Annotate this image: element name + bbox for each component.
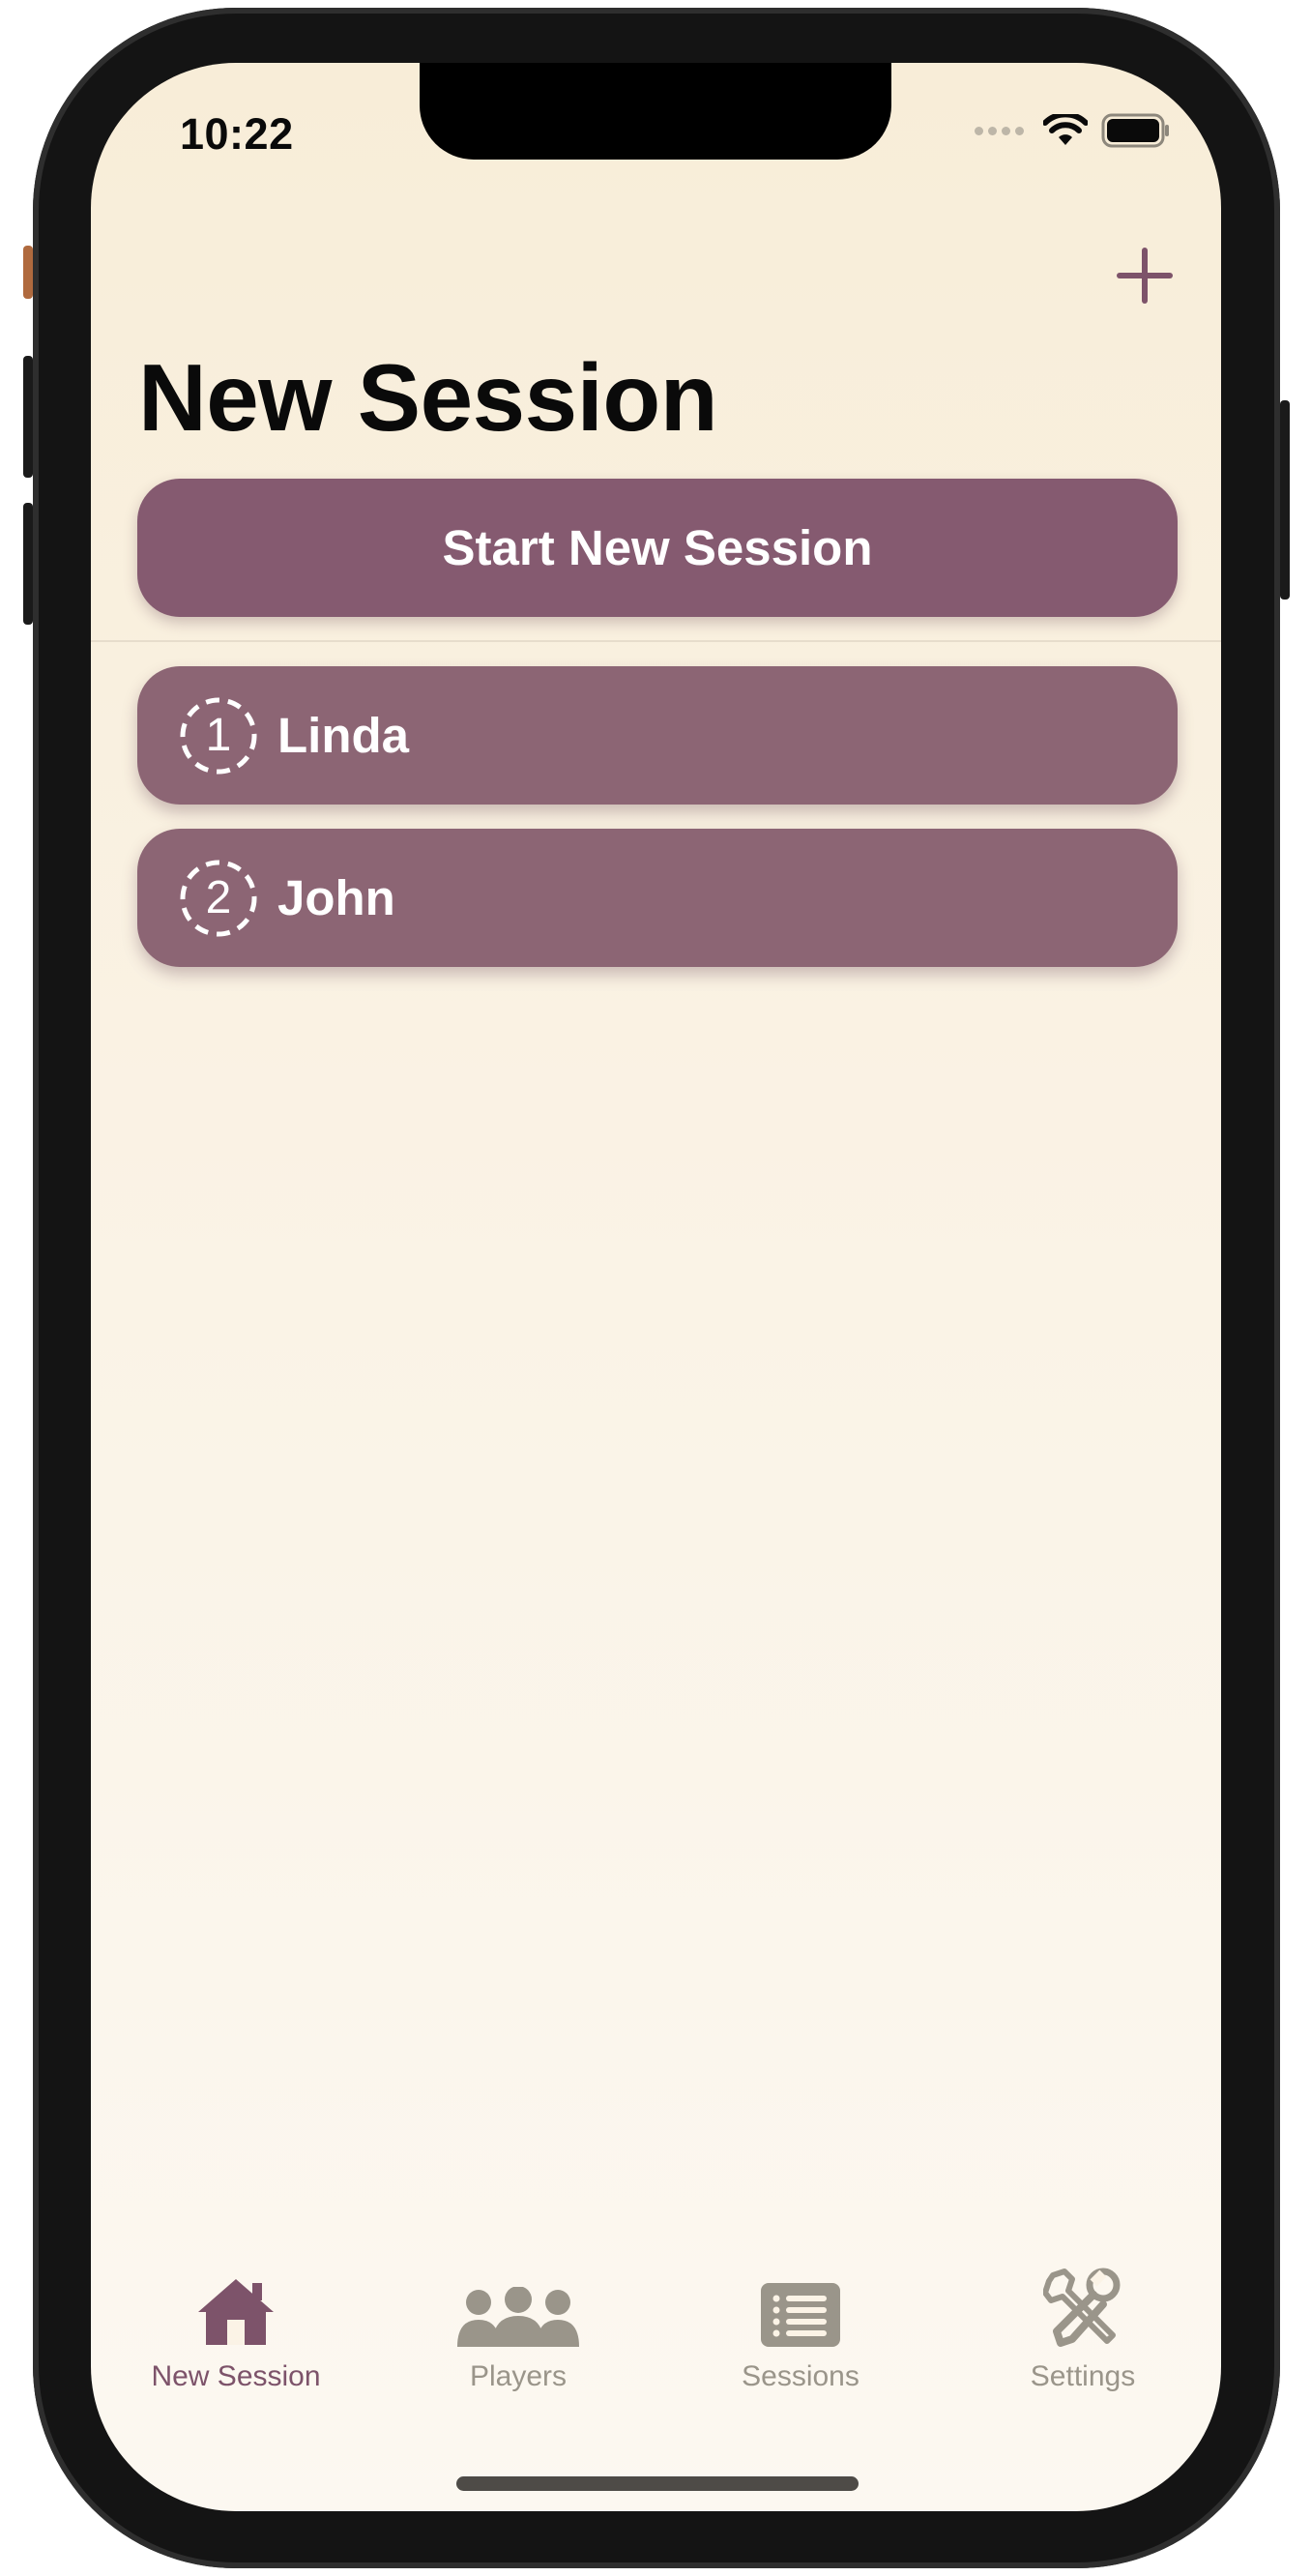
status-time: 10:22	[180, 109, 294, 159]
house-icon	[198, 2279, 274, 2345]
plus-icon	[1117, 248, 1173, 304]
page-title: New Session	[138, 344, 718, 451]
wifi-icon	[1043, 114, 1088, 145]
tab-new-session[interactable]: New Session	[110, 2268, 362, 2393]
player-name: Linda	[277, 708, 409, 763]
list-icon	[761, 2283, 840, 2347]
status-icons	[975, 113, 1171, 148]
player-number: 1	[205, 710, 232, 761]
tab-label: Players	[469, 2360, 568, 2392]
tab-label: Settings	[1030, 2360, 1136, 2392]
power-button	[1280, 400, 1290, 600]
volume-down-button	[23, 503, 33, 625]
battery-icon	[1101, 113, 1169, 148]
people-icon	[457, 2287, 579, 2347]
action-button	[23, 246, 33, 299]
player-list: 1 Linda 2 John	[137, 666, 1178, 991]
divider	[91, 640, 1221, 642]
signal-dots-icon	[975, 126, 1024, 135]
start-new-session-button[interactable]: Start New Session	[137, 479, 1178, 617]
volume-up-button	[23, 356, 33, 478]
player-number: 2	[205, 872, 232, 923]
tab-bar: New Session Players Sessions Settings	[91, 2268, 1221, 2413]
player-name: John	[277, 870, 395, 925]
notch	[420, 63, 891, 160]
app-screen: 10:22 New Session Start New Session 1 Li…	[91, 63, 1221, 2511]
tab-label: New Session	[151, 2360, 321, 2392]
player-row-linda[interactable]: 1 Linda	[137, 666, 1178, 805]
add-player-button[interactable]	[1106, 237, 1183, 314]
tab-players[interactable]: Players	[393, 2268, 644, 2393]
player-row-john[interactable]: 2 John	[137, 829, 1178, 967]
dashed-circle-number-icon: 1	[179, 696, 258, 776]
tab-label: Sessions	[742, 2360, 859, 2392]
tab-sessions[interactable]: Sessions	[675, 2268, 926, 2393]
dashed-circle-number-icon: 2	[179, 859, 258, 938]
tab-settings[interactable]: Settings	[957, 2268, 1209, 2393]
tools-icon	[1043, 2268, 1121, 2347]
home-indicator[interactable]	[456, 2476, 859, 2491]
